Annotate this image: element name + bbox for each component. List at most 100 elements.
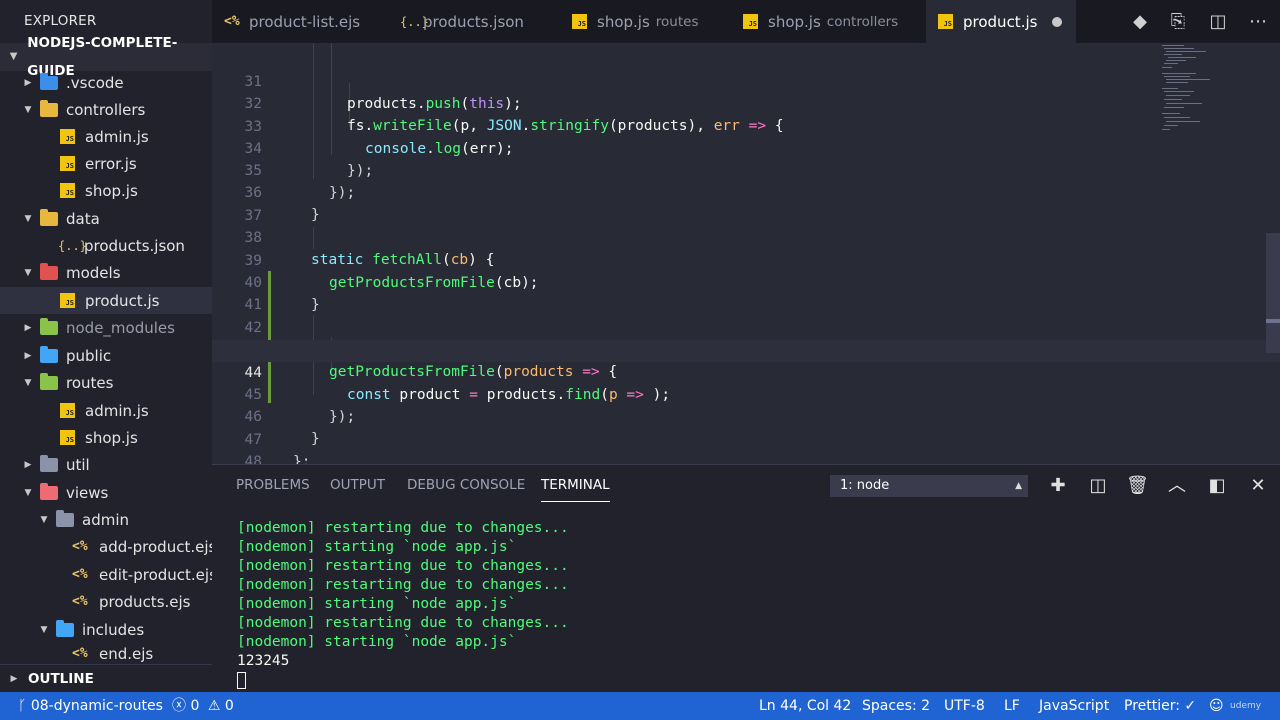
json-file-icon: {..} [58, 238, 87, 253]
ejs-file-icon: <% [72, 594, 88, 609]
chevron-right-icon: ▶ [24, 322, 32, 333]
tree-label: util [66, 455, 90, 474]
tree-folder-vscode[interactable]: ▶ .vscode [0, 69, 212, 96]
tab-problems[interactable]: PROBLEMS [236, 477, 310, 497]
tree-label: end.ejs [99, 644, 154, 663]
terminal-line: [nodemon] restarting due to changes... [237, 577, 569, 593]
tree-file-product-js[interactable]: JS product.js [0, 287, 212, 314]
tree-folder-views[interactable]: ▼ views [0, 479, 212, 506]
tree-label: product.js [85, 291, 160, 310]
tab-output[interactable]: OUTPUT [330, 477, 385, 497]
editor-scrollbar-thumb[interactable] [1266, 233, 1280, 353]
js-file-icon: JS [60, 430, 75, 445]
new-terminal-icon[interactable]: ✚ [1047, 475, 1069, 497]
terminal-line: [nodemon] restarting due to changes... [237, 520, 569, 536]
project-root-header[interactable]: ▼ NODEJS-COMPLETE-GUIDE [0, 35, 212, 79]
cursor-position-status[interactable]: Ln 44, Col 42 [759, 692, 851, 720]
tree-folder-includes[interactable]: ▼ includes [0, 616, 212, 643]
chevron-down-icon: ▼ [24, 267, 32, 278]
split-editor-icon[interactable]: ◫ [1208, 12, 1228, 32]
tree-label: error.js [85, 154, 137, 173]
tree-file-products-json[interactable]: {..} products.json [0, 232, 212, 259]
tree-file-shop-js[interactable]: JS shop.js [0, 177, 212, 204]
tree-folder-data[interactable]: ▼ data [0, 205, 212, 232]
folder-views-icon [40, 482, 58, 500]
code-line: 31 products.push(this); [212, 49, 1280, 112]
code-line: 48 [212, 429, 1280, 464]
outline-section-header[interactable]: ▶ OUTLINE [0, 664, 212, 692]
code-line: 38 static fetchAll(cb) { [212, 205, 1280, 268]
prettier-status[interactable]: Prettier: ✓ [1124, 692, 1196, 720]
tree-folder-public[interactable]: ▶ public [0, 342, 212, 369]
code-line: 42 static findById(id, cb) { [212, 295, 1280, 358]
folder-routes-icon [40, 372, 58, 390]
folder-controllers-icon [40, 99, 58, 117]
terminal-select[interactable]: 1: node ▲ [830, 475, 1028, 497]
tree-file-end-ejs[interactable]: <% end.ejs [0, 643, 212, 664]
outline-title: OUTLINE [28, 670, 94, 687]
tree-file-edit-product-ejs[interactable]: <% edit-product.ejs [0, 561, 217, 588]
tree-folder-models[interactable]: ▼ models [0, 259, 212, 286]
tree-folder-routes[interactable]: ▼ routes [0, 369, 212, 396]
git-compare-icon[interactable]: ◆ [1130, 12, 1150, 32]
problems-status[interactable]: ⓧ 0 ⚠ 0 [172, 692, 234, 720]
git-branch-status[interactable]: ᚴ 08-dynamic-routes [18, 692, 163, 720]
code-line: 33 console.log(err); [212, 94, 1280, 157]
terminal-line: [nodemon] restarting due to changes... [237, 558, 569, 574]
tree-folder-util[interactable]: ▶ util [0, 451, 212, 478]
split-terminal-icon[interactable]: ◫ [1087, 475, 1109, 497]
tree-file-add-product-ejs[interactable]: <% add-product.ejs [0, 533, 216, 560]
ejs-file-icon: <% [72, 646, 88, 661]
tab-label: products.json [423, 12, 524, 31]
code-line: 43 getProductsFromFile(products => { [212, 317, 1280, 380]
tab-terminal[interactable]: TERMINAL [541, 477, 610, 502]
tree-folder-admin[interactable]: ▼ admin [0, 506, 212, 533]
js-file-icon: JS [743, 14, 758, 29]
js-file-icon: JS [60, 293, 75, 308]
unsaved-dot-icon[interactable] [1052, 17, 1062, 27]
code-line: 34 }); [212, 116, 1280, 179]
tab-label: shop.js [768, 12, 821, 31]
terminal-output[interactable]: [nodemon] restarting due to changes... [… [237, 519, 569, 689]
indentation-status[interactable]: Spaces: 2 [862, 692, 930, 720]
code-editor[interactable]: 31 products.push(this); 32 fs.writeFile(… [212, 43, 1280, 464]
terminal-line: 123245 [237, 653, 290, 669]
tab-product-list-ejs[interactable]: <% product-list.ejs [212, 0, 388, 43]
code-line: 32 fs.writeFile(p, JSON.stringify(produc… [212, 71, 1280, 134]
chevron-right-icon: ▶ [10, 673, 18, 684]
feedback-smiley-icon[interactable]: ☺ [1209, 692, 1224, 720]
close-panel-icon[interactable]: ✕ [1247, 475, 1269, 497]
language-mode-status[interactable]: JavaScript [1039, 692, 1109, 720]
toggle-panel-position-icon[interactable]: ◧ [1206, 475, 1228, 497]
trash-icon[interactable]: 🗑 [1126, 475, 1149, 497]
tree-label: views [66, 483, 109, 502]
encoding-status[interactable]: UTF-8 [944, 692, 985, 720]
tab-product-js[interactable]: JS product.js [926, 0, 1076, 43]
chevron-down-icon: ▼ [9, 51, 18, 62]
tab-shop-js-routes[interactable]: JS shop.js routes [560, 0, 730, 43]
eol-status[interactable]: LF [1004, 692, 1020, 720]
tree-label: admin.js [85, 127, 149, 146]
tab-shop-js-controllers[interactable]: JS shop.js controllers [731, 0, 926, 43]
chevron-down-icon: ▼ [24, 213, 32, 224]
maximize-panel-icon[interactable]: ︿ [1166, 475, 1188, 497]
tree-file-error-js[interactable]: JS error.js [0, 150, 212, 177]
status-bar: ᚴ 08-dynamic-routes ⓧ 0 ⚠ 0 Ln 44, Col 4… [0, 692, 1280, 720]
terminal-line: [nodemon] starting `node app.js` [237, 634, 517, 650]
tree-file-products-ejs[interactable]: <% products.ejs [0, 588, 212, 615]
git-branch-icon: ᚴ [18, 698, 27, 714]
tree-file-routes-admin-js[interactable]: JS admin.js [0, 397, 212, 424]
open-changes-icon[interactable]: ⎘ [1168, 12, 1188, 32]
tree-label: public [66, 346, 112, 365]
more-actions-icon[interactable]: ⋯ [1248, 12, 1268, 32]
tree-folder-controllers[interactable]: ▼ controllers [0, 96, 212, 123]
tree-folder-node-modules[interactable]: ▶ node_modules [0, 314, 212, 341]
tree-file-routes-shop-js[interactable]: JS shop.js [0, 424, 212, 451]
tab-products-json[interactable]: {..} products.json [388, 0, 558, 43]
select-caret-icon: ▲ [1015, 481, 1022, 491]
tree-file-admin-js[interactable]: JS admin.js [0, 123, 212, 150]
tree-label: .vscode [66, 73, 124, 92]
minimap[interactable] [1160, 43, 1220, 143]
ejs-file-icon: <% [224, 14, 240, 29]
tab-debug-console[interactable]: DEBUG CONSOLE [407, 477, 525, 497]
